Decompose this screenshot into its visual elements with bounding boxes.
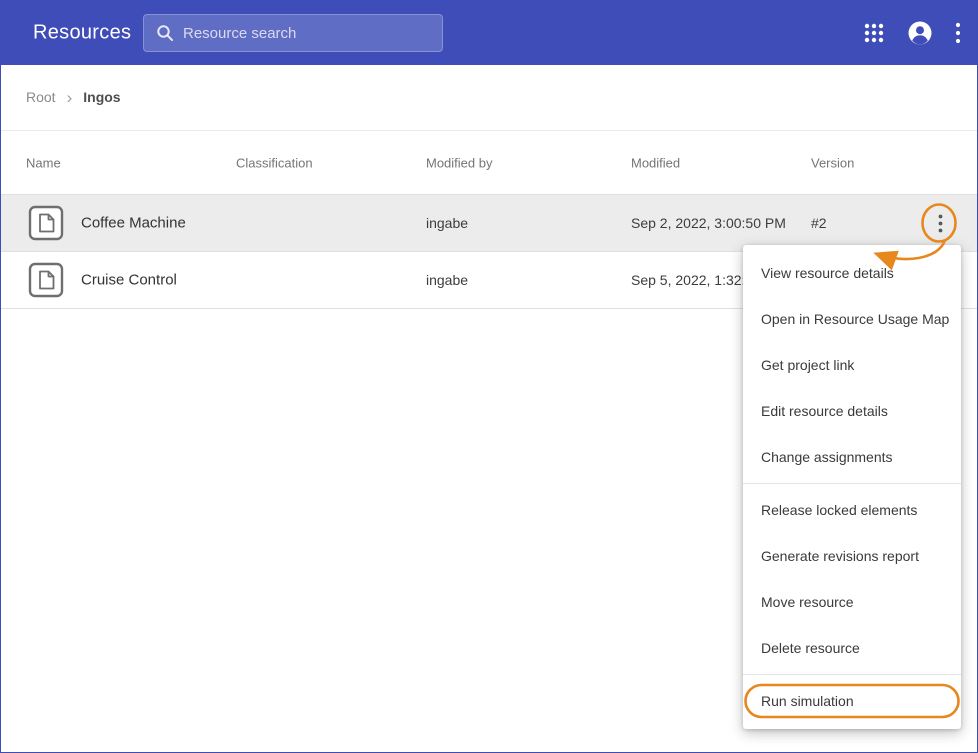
resource-modified: Sep 2, 2022, 3:00:50 PM (631, 215, 786, 231)
page-title: Resources (33, 22, 131, 45)
menu-item-edit-resource-details[interactable]: Edit resource details (743, 388, 961, 434)
resource-modified-by: ingabe (426, 272, 468, 288)
row-actions-menu: View resource details Open in Resource U… (743, 245, 961, 729)
kebab-menu-icon[interactable] (955, 22, 961, 44)
breadcrumb-root[interactable]: Root (26, 89, 56, 105)
app-window: Resources (0, 0, 978, 753)
resource-file-icon (28, 262, 64, 298)
menu-item-open-in-resource-usage-map[interactable]: Open in Resource Usage Map (743, 296, 961, 342)
chevron-right-icon: › (67, 89, 73, 106)
appbar-actions (863, 1, 961, 65)
menu-item-move-resource[interactable]: Move resource (743, 579, 961, 625)
resource-file-icon (28, 205, 64, 241)
column-header-classification: Classification (236, 155, 313, 170)
app-bar: Resources (1, 1, 977, 65)
menu-item-run-simulation[interactable]: Run simulation (743, 678, 961, 724)
breadcrumb: Root › Ingos (1, 65, 977, 129)
column-header-version: Version (811, 155, 854, 170)
column-header-modified: Modified (631, 155, 680, 170)
menu-item-generate-revisions-report[interactable]: Generate revisions report (743, 533, 961, 579)
menu-item-change-assignments[interactable]: Change assignments (743, 434, 961, 480)
row-actions-kebab-icon[interactable] (927, 210, 953, 236)
menu-item-get-project-link[interactable]: Get project link (743, 342, 961, 388)
search-icon (156, 24, 174, 42)
search-input[interactable] (183, 15, 442, 51)
table-header: Name Classification Modified by Modified… (1, 131, 977, 195)
resource-modified: Sep 5, 2022, 1:32:39 (631, 272, 761, 288)
table-row[interactable]: Coffee Machine ingabe Sep 2, 2022, 3:00:… (1, 195, 977, 252)
column-header-name: Name (26, 155, 61, 170)
account-circle-icon[interactable] (907, 20, 933, 46)
resource-version: #2 (811, 215, 827, 231)
menu-divider (743, 483, 961, 484)
column-header-modified-by: Modified by (426, 155, 492, 170)
search-box (143, 14, 443, 52)
menu-item-release-locked-elements[interactable]: Release locked elements (743, 487, 961, 533)
resource-name: Cruise Control (81, 272, 177, 289)
resource-name: Coffee Machine (81, 215, 186, 232)
resource-modified-by: ingabe (426, 215, 468, 231)
menu-divider (743, 674, 961, 675)
apps-grid-icon[interactable] (863, 22, 885, 44)
menu-item-view-resource-details[interactable]: View resource details (743, 250, 961, 296)
menu-item-delete-resource[interactable]: Delete resource (743, 625, 961, 671)
breadcrumb-current: Ingos (83, 89, 120, 105)
